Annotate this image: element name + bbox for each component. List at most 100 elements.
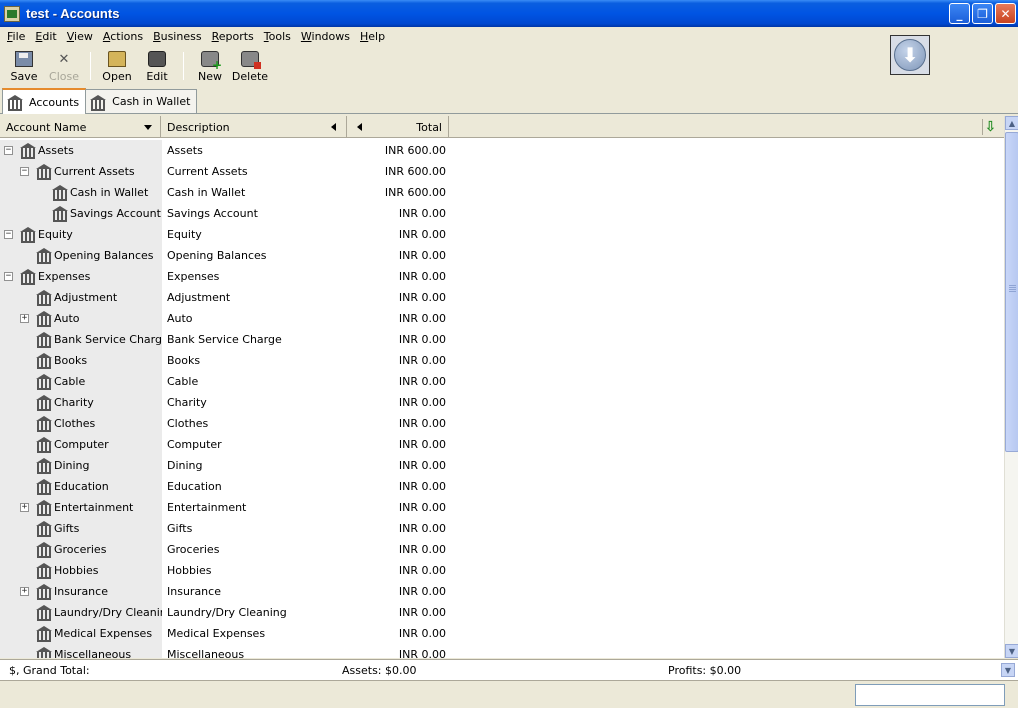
download-button[interactable]: ⬇	[890, 35, 930, 75]
account-name-cell[interactable]: Adjustment	[0, 287, 162, 308]
account-description: Education	[167, 480, 222, 493]
delete-button[interactable]: Delete	[230, 47, 270, 85]
account-name-cell[interactable]: − Equity	[0, 224, 162, 245]
collapse-column-icon[interactable]	[331, 123, 336, 131]
new-button[interactable]: New	[190, 47, 230, 85]
menu-business[interactable]: Business	[148, 30, 207, 43]
account-name-cell[interactable]: Clothes	[0, 413, 162, 434]
bank-icon	[36, 458, 52, 474]
account-row[interactable]: − Assets Assets INR 600.00	[0, 140, 1004, 161]
account-row[interactable]: Miscellaneous Miscellaneous INR 0.00	[0, 644, 1004, 658]
account-row[interactable]: Cable Cable INR 0.00	[0, 371, 1004, 392]
account-name-cell[interactable]: Cash in Wallet	[0, 182, 162, 203]
menu-view[interactable]: View	[62, 30, 98, 43]
column-description[interactable]: Description	[161, 116, 347, 138]
account-name-cell[interactable]: − Current Assets	[0, 161, 162, 182]
account-name-cell[interactable]: Medical Expenses	[0, 623, 162, 644]
account-total: INR 0.00	[398, 459, 446, 472]
save-button[interactable]: Save	[4, 47, 44, 85]
account-name-cell[interactable]: Dining	[0, 455, 162, 476]
account-name-cell[interactable]: + Entertainment	[0, 497, 162, 518]
expand-column-icon[interactable]	[357, 123, 362, 131]
expand-icon[interactable]: +	[20, 587, 29, 596]
account-name-cell[interactable]: Charity	[0, 392, 162, 413]
menu-file[interactable]: File	[2, 30, 30, 43]
close-window-button[interactable]: ✕	[995, 3, 1016, 24]
tab-accounts[interactable]: Accounts	[2, 88, 87, 114]
account-name-cell[interactable]: Miscellaneous	[0, 644, 162, 658]
open-button[interactable]: Open	[97, 47, 137, 85]
collapse-icon[interactable]: −	[4, 230, 13, 239]
account-row[interactable]: − Current Assets Current Assets INR 600.00	[0, 161, 1004, 182]
scroll-thumb[interactable]	[1005, 132, 1018, 452]
account-name: Groceries	[54, 543, 107, 556]
minimize-button[interactable]: _	[949, 3, 970, 24]
account-name-cell[interactable]: Hobbies	[0, 560, 162, 581]
column-account-name[interactable]: Account Name	[0, 116, 161, 138]
collapse-icon[interactable]: −	[4, 146, 13, 155]
account-row[interactable]: Dining Dining INR 0.00	[0, 455, 1004, 476]
account-name-cell[interactable]: Laundry/Dry Cleaning	[0, 602, 162, 623]
edit-button[interactable]: Edit	[137, 47, 177, 85]
menu-edit[interactable]: Edit	[30, 30, 61, 43]
menu-actions[interactable]: Actions	[98, 30, 148, 43]
bank-icon	[52, 185, 68, 201]
account-name-cell[interactable]: + Auto	[0, 308, 162, 329]
account-total: INR 0.00	[398, 333, 446, 346]
account-name-cell[interactable]: Groceries	[0, 539, 162, 560]
menu-tools[interactable]: Tools	[259, 30, 296, 43]
account-name-cell[interactable]: Gifts	[0, 518, 162, 539]
account-name-cell[interactable]: Bank Service Charge	[0, 329, 162, 350]
scroll-up-button[interactable]: ▲	[1005, 116, 1018, 130]
account-row[interactable]: Opening Balances Opening Balances INR 0.00	[0, 245, 1004, 266]
account-row[interactable]: + Entertainment Entertainment INR 0.00	[0, 497, 1004, 518]
account-name-cell[interactable]: + Insurance	[0, 581, 162, 602]
column-chooser-icon[interactable]: ⇩	[982, 119, 998, 135]
account-row[interactable]: Laundry/Dry Cleaning Laundry/Dry Cleaning…	[0, 602, 1004, 623]
account-row[interactable]: Cash in Wallet Cash in Wallet INR 600.00	[0, 182, 1004, 203]
account-name-cell[interactable]: Computer	[0, 434, 162, 455]
account-row[interactable]: + Insurance Insurance INR 0.00	[0, 581, 1004, 602]
account-row[interactable]: Bank Service Charge Bank Service Charge IN…	[0, 329, 1004, 350]
account-row[interactable]: + Auto Auto INR 0.00	[0, 308, 1004, 329]
account-row[interactable]: Books Books INR 0.00	[0, 350, 1004, 371]
tab-cash-in-wallet[interactable]: Cash in Wallet	[85, 89, 198, 113]
account-name: Bank Service Charge	[54, 333, 162, 346]
account-row[interactable]: Adjustment Adjustment INR 0.00	[0, 287, 1004, 308]
bank-icon	[20, 143, 36, 159]
account-row[interactable]: − Expenses Expenses INR 0.00	[0, 266, 1004, 287]
account-row[interactable]: Savings Account Savings Account INR 0.00	[0, 203, 1004, 224]
vertical-scrollbar[interactable]: ▲ ▼	[1004, 116, 1018, 658]
expand-icon[interactable]: +	[20, 503, 29, 512]
collapse-icon[interactable]: −	[20, 167, 29, 176]
summary-dropdown-button[interactable]: ▼	[1001, 663, 1015, 677]
account-row[interactable]: Groceries Groceries INR 0.00	[0, 539, 1004, 560]
expand-icon[interactable]: +	[20, 314, 29, 323]
restore-button[interactable]: ❐	[972, 3, 993, 24]
account-name-cell[interactable]: Savings Account	[0, 203, 162, 224]
account-row[interactable]: Charity Charity INR 0.00	[0, 392, 1004, 413]
menu-windows[interactable]: Windows	[296, 30, 355, 43]
account-name-cell[interactable]: − Expenses	[0, 266, 162, 287]
account-row[interactable]: Computer Computer INR 0.00	[0, 434, 1004, 455]
column-total[interactable]: Total	[347, 116, 449, 138]
account-row[interactable]: − Equity Equity INR 0.00	[0, 224, 1004, 245]
account-row[interactable]: Education Education INR 0.00	[0, 476, 1004, 497]
account-row[interactable]: Gifts Gifts INR 0.00	[0, 518, 1004, 539]
menu-reports[interactable]: Reports	[207, 30, 259, 43]
account-name-cell[interactable]: Books	[0, 350, 162, 371]
bank-icon	[36, 584, 52, 600]
menu-help[interactable]: Help	[355, 30, 390, 43]
scroll-down-button[interactable]: ▼	[1005, 644, 1018, 658]
account-name-cell[interactable]: Education	[0, 476, 162, 497]
account-name-cell[interactable]: Opening Balances	[0, 245, 162, 266]
account-total: INR 0.00	[398, 501, 446, 514]
account-name-cell[interactable]: Cable	[0, 371, 162, 392]
account-row[interactable]: Medical Expenses Medical Expenses INR 0.00	[0, 623, 1004, 644]
account-row[interactable]: Hobbies Hobbies INR 0.00	[0, 560, 1004, 581]
collapse-icon[interactable]: −	[4, 272, 13, 281]
account-name-cell[interactable]: − Assets	[0, 140, 162, 161]
account-row[interactable]: Clothes Clothes INR 0.00	[0, 413, 1004, 434]
app-icon[interactable]	[4, 5, 20, 22]
close-button[interactable]: ✕ Close	[44, 47, 84, 85]
